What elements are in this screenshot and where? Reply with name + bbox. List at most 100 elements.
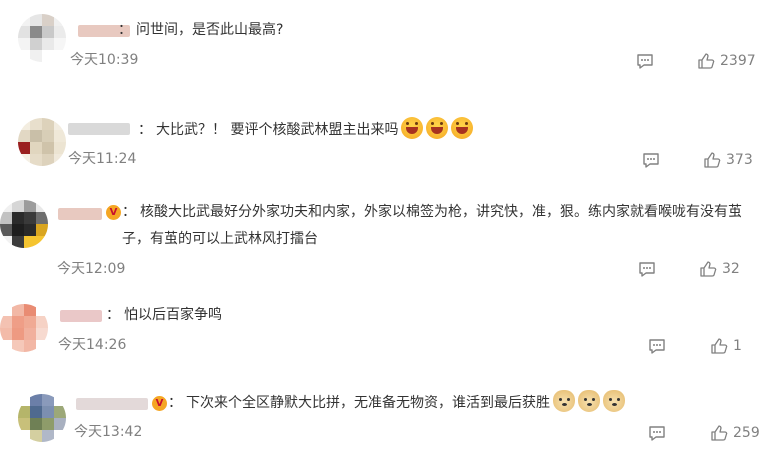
avatar-pixel: [54, 154, 66, 166]
avatar-pixel: [12, 328, 24, 340]
like-button[interactable]: 259: [710, 424, 760, 442]
thumbs-up-icon: [711, 338, 728, 354]
avatar-pixel: [18, 26, 30, 38]
avatar-pixel: [12, 316, 24, 328]
avatar-pixel: [54, 406, 66, 418]
laugh-emoji: [426, 117, 449, 139]
avatar-pixel: [54, 118, 66, 130]
comment-text: ：大比武？！ 要评个核酸武林盟主出来吗: [138, 117, 474, 144]
comment-body: 问世间，是否此山最高?: [136, 22, 284, 38]
avatar-pixel: [42, 26, 54, 38]
avatar-pixel: [42, 38, 54, 50]
comment-body: 怕以后百家争鸣: [124, 307, 222, 323]
comment-body: 核酸大比武最好分外家功夫和内家，外家以棉签为枪，讲究快，准，狠。练内家就看喉咙有…: [122, 204, 742, 247]
avatar-pixel: [18, 430, 30, 442]
thumbs-up-icon: [711, 425, 728, 441]
avatar-pixel: [30, 394, 42, 406]
avatar-pixel: [54, 418, 66, 430]
avatar-pixel: [12, 340, 24, 352]
comment-colon: ：: [122, 204, 136, 220]
avatar-pixel: [36, 236, 48, 248]
like-count: 373: [726, 152, 753, 168]
username[interactable]: [58, 207, 102, 221]
laugh-emoji: [451, 117, 474, 139]
avatar-pixel: [54, 38, 66, 50]
comment-text: ：核酸大比武最好分外家功夫和内家，外家以棉签为枪，讲究快，准，狠。练内家就看喉咙…: [122, 199, 762, 253]
reply-icon[interactable]: [648, 337, 666, 355]
comment-time: 今天13:42: [74, 424, 143, 440]
avatar-pixel: [18, 394, 30, 406]
avatar-pixel: [54, 130, 66, 142]
doge-emoji: [553, 390, 575, 412]
vip-badge-icon: V: [152, 396, 167, 411]
like-count: 259: [733, 425, 760, 441]
comment-time: 今天10:39: [70, 52, 139, 68]
username-blur: [58, 208, 102, 220]
reply-icon[interactable]: [636, 52, 654, 70]
avatar-pixel: [0, 340, 12, 352]
avatar-pixel: [18, 130, 30, 142]
doge-emoji: [578, 390, 600, 412]
avatar-pixel: [36, 340, 48, 352]
avatar-pixel: [54, 50, 66, 62]
avatar-pixel: [30, 130, 42, 142]
avatar-pixel: [0, 212, 12, 224]
avatar-pixel: [0, 224, 12, 236]
comment-time: 今天14:26: [58, 337, 127, 353]
avatar-pixel: [36, 200, 48, 212]
avatar[interactable]: [0, 200, 48, 248]
reply-icon[interactable]: [648, 424, 666, 442]
avatar-pixel: [18, 50, 30, 62]
username[interactable]: [60, 309, 102, 323]
avatar-pixel: [54, 430, 66, 442]
avatar-pixel: [30, 14, 42, 26]
avatar-pixel: [24, 224, 36, 236]
avatar-pixel: [36, 212, 48, 224]
like-button[interactable]: 1: [710, 337, 742, 355]
avatar-pixel: [24, 328, 36, 340]
avatar-pixel: [12, 304, 24, 316]
avatar[interactable]: [0, 304, 48, 352]
avatar-pixel: [24, 304, 36, 316]
avatar-pixel: [18, 118, 30, 130]
avatar-pixel: [24, 316, 36, 328]
username[interactable]: [68, 122, 130, 136]
avatar-pixel: [12, 236, 24, 248]
reply-icon[interactable]: [638, 260, 656, 278]
comment-time: 今天11:24: [68, 151, 137, 167]
avatar-pixel: [12, 212, 24, 224]
username[interactable]: [76, 397, 148, 411]
avatar-pixel: [0, 200, 12, 212]
comment-text: ：问世间，是否此山最高?: [118, 17, 283, 44]
comment-colon: ：: [168, 395, 182, 411]
thumbs-up-icon: [698, 53, 715, 69]
avatar-pixel: [24, 212, 36, 224]
avatar-pixel: [24, 340, 36, 352]
username-blur: [76, 398, 148, 410]
avatar[interactable]: [18, 14, 66, 62]
comment-colon: ：: [138, 122, 152, 138]
avatar-pixel: [36, 328, 48, 340]
avatar[interactable]: [18, 394, 66, 442]
avatar-pixel: [30, 406, 42, 418]
avatar-pixel: [42, 430, 54, 442]
avatar-pixel: [18, 38, 30, 50]
comment-time: 今天12:09: [57, 261, 126, 277]
avatar-pixel: [54, 394, 66, 406]
avatar-pixel: [36, 316, 48, 328]
username-blur: [60, 310, 102, 322]
like-button[interactable]: 373: [703, 151, 753, 169]
avatar-pixel: [0, 304, 12, 316]
avatar-pixel: [30, 26, 42, 38]
avatar-pixel: [18, 418, 30, 430]
avatar[interactable]: [18, 118, 66, 166]
reply-icon[interactable]: [642, 151, 660, 169]
avatar-pixel: [30, 118, 42, 130]
like-count: 2397: [720, 53, 756, 69]
avatar-pixel: [30, 154, 42, 166]
avatar-pixel: [54, 14, 66, 26]
avatar-pixel: [0, 328, 12, 340]
like-button[interactable]: 2397: [697, 52, 756, 70]
like-button[interactable]: 32: [699, 260, 740, 278]
avatar-pixel: [18, 14, 30, 26]
